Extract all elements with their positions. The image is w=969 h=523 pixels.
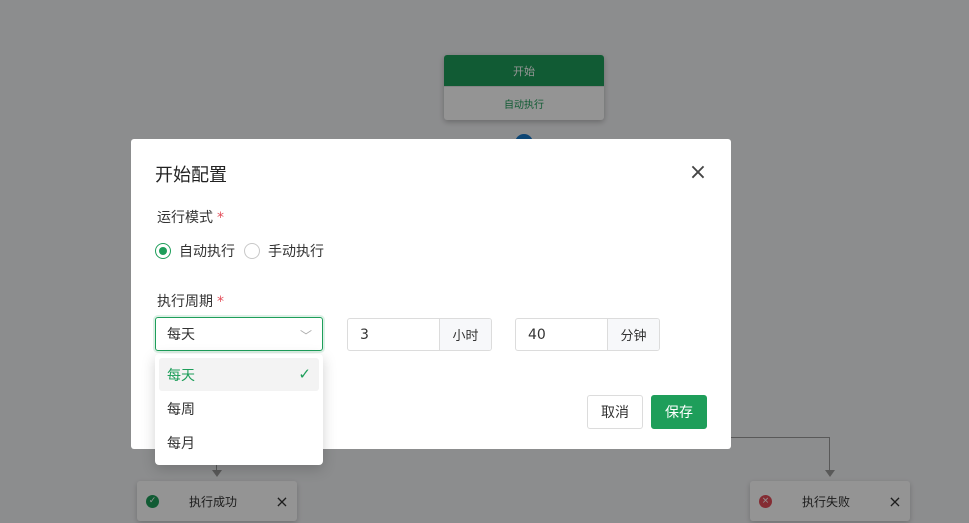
option-monthly[interactable]: 每月 bbox=[159, 426, 319, 459]
radio-unchecked-icon bbox=[244, 243, 260, 259]
modal-title: 开始配置 bbox=[155, 165, 227, 186]
option-daily[interactable]: 每天 ✓ bbox=[159, 358, 319, 391]
minute-input[interactable]: 40 bbox=[516, 319, 608, 350]
save-button[interactable]: 保存 bbox=[651, 395, 707, 429]
required-mark: * bbox=[217, 294, 224, 310]
check-icon: ✓ bbox=[298, 365, 311, 383]
hour-unit: 小时 bbox=[440, 319, 491, 350]
run-mode-label: 运行模式 * bbox=[157, 207, 224, 227]
radio-auto-label: 自动执行 bbox=[179, 244, 235, 260]
hour-input-group: 3 小时 bbox=[347, 318, 492, 351]
period-label: 执行周期 * bbox=[157, 291, 224, 311]
radio-checked-icon bbox=[155, 243, 171, 259]
frequency-select[interactable]: 每天 ﹀ bbox=[155, 317, 323, 351]
option-daily-label: 每天 bbox=[167, 367, 195, 384]
close-icon[interactable]: × bbox=[686, 161, 710, 185]
frequency-value: 每天 bbox=[167, 327, 195, 343]
period-label-text: 执行周期 bbox=[157, 294, 213, 310]
frequency-dropdown: 每天 ✓ 每周 每月 bbox=[155, 354, 323, 465]
chevron-down-icon: ﹀ bbox=[299, 329, 312, 343]
run-mode-label-text: 运行模式 bbox=[157, 210, 213, 226]
run-mode-radio-group: 自动执行 手动执行 bbox=[155, 241, 333, 261]
radio-manual-label: 手动执行 bbox=[268, 244, 324, 260]
minute-input-group: 40 分钟 bbox=[515, 318, 660, 351]
option-monthly-label: 每月 bbox=[167, 435, 195, 452]
radio-manual[interactable]: 手动执行 bbox=[244, 241, 324, 261]
cancel-button[interactable]: 取消 bbox=[587, 395, 643, 429]
required-mark: * bbox=[217, 210, 224, 226]
radio-auto[interactable]: 自动执行 bbox=[155, 241, 235, 261]
option-weekly-label: 每周 bbox=[167, 401, 195, 418]
minute-unit: 分钟 bbox=[608, 319, 659, 350]
option-weekly[interactable]: 每周 bbox=[159, 392, 319, 425]
hour-input[interactable]: 3 bbox=[348, 319, 440, 350]
